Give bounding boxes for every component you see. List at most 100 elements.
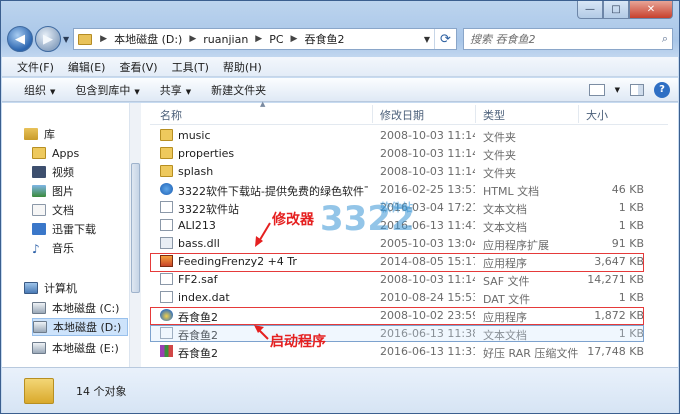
help-icon[interactable]: ?	[654, 81, 670, 98]
file-row[interactable]: properties 2008-10-03 11:14 文件夹	[150, 145, 668, 162]
item-count: 14 个对象	[76, 384, 127, 398]
web-file-icon	[160, 183, 173, 195]
file-row[interactable]: FF2.saf 2008-10-03 11:14 SAF 文件 14,271 KB	[150, 271, 668, 288]
highlight-box-trainer	[150, 253, 644, 272]
breadcrumb-current[interactable]: 吞食鱼2	[299, 31, 349, 47]
forward-button[interactable]: ▶	[35, 26, 61, 52]
doc-file-icon	[160, 201, 173, 213]
view-dropdown-icon[interactable]: ▼	[615, 86, 620, 94]
column-type[interactable]: 类型	[483, 107, 505, 123]
file-date: 2016-02-25 13:51	[380, 183, 475, 196]
search-icon[interactable]: ⌕	[662, 32, 668, 46]
music-icon: ♪	[32, 242, 40, 256]
file-row[interactable]: index.dat 2010-08-24 15:53 DAT 文件 1 KB	[150, 289, 668, 306]
nav-item-label: 本地磁盘 (C:)	[52, 302, 120, 315]
file-type: HTML 文档	[483, 185, 540, 198]
folder-file-icon	[160, 165, 173, 177]
nav-item-drive-e[interactable]: 本地磁盘 (E:)	[32, 339, 130, 357]
breadcrumb-pc[interactable]: PC	[264, 33, 288, 46]
file-date: 2008-10-03 11:14	[380, 165, 475, 178]
nav-item-label: 计算机	[44, 282, 77, 295]
nav-item-label: 文档	[52, 204, 74, 217]
nav-item-drive-c[interactable]: 本地磁盘 (C:)	[32, 299, 130, 317]
preview-pane-icon[interactable]	[630, 83, 644, 96]
scrollbar-thumb[interactable]	[131, 163, 140, 293]
file-row[interactable]: music 2008-10-03 11:14 文件夹	[150, 127, 668, 144]
file-row[interactable]: splash 2008-10-03 11:14 文件夹	[150, 163, 668, 180]
address-bar[interactable]: ▶ 本地磁盘 (D:) ▶ ruanjian ▶ PC ▶ 吞食鱼2 ▼ ⟳	[73, 28, 457, 50]
file-size: 91 KB	[611, 237, 644, 250]
picture-icon	[32, 185, 46, 197]
new-folder-button[interactable]: 新建文件夹	[201, 82, 276, 98]
arrow-to-trainer-icon	[255, 222, 271, 247]
library-icon	[24, 128, 38, 140]
nav-item-label: 库	[44, 128, 55, 141]
sort-arrow-icon: ▲	[260, 100, 266, 108]
file-name: index.dat	[178, 291, 230, 304]
breadcrumb-ruanjian[interactable]: ruanjian	[198, 33, 253, 46]
menu-view[interactable]: 查看(V)	[112, 59, 164, 75]
refresh-icon[interactable]: ⟳	[434, 29, 456, 49]
column-divider[interactable]	[372, 105, 373, 123]
column-date[interactable]: 修改日期	[380, 107, 424, 123]
file-type: SAF 文件	[483, 275, 530, 288]
close-button[interactable]: ✕	[629, 1, 673, 19]
search-input[interactable]: 搜索 吞食鱼2 ⌕	[463, 28, 673, 50]
share-button[interactable]: 共享 ▼	[150, 82, 201, 98]
rar-file-icon	[160, 345, 173, 357]
nav-item-label: 本地磁盘 (D:)	[53, 321, 122, 334]
breadcrumb-drive-d[interactable]: 本地磁盘 (D:)	[109, 31, 187, 47]
file-type: 文件夹	[483, 167, 516, 180]
maximize-button[interactable]: □	[603, 1, 629, 19]
file-type: 文件夹	[483, 131, 516, 144]
file-size: 1 KB	[618, 201, 644, 214]
file-row[interactable]: 3322软件下载站-提供免费的绿色软件下... 2016-02-25 13:51 H…	[150, 181, 668, 198]
folder-icon	[78, 33, 93, 45]
content-area: 库 Apps 视频 图片 文档 迅雷下载 ♪ 音乐 计算机 本地磁盘 (C:) …	[2, 100, 678, 367]
doc-file-icon	[160, 219, 173, 231]
file-size: 1 KB	[618, 219, 644, 232]
breadcrumb-separator-icon[interactable]: ▶	[253, 34, 264, 44]
search-placeholder: 搜索 吞食鱼2	[470, 33, 536, 46]
column-size[interactable]: 大小	[586, 107, 608, 123]
menu-file[interactable]: 文件(F)	[10, 59, 61, 75]
video-icon	[32, 166, 46, 178]
nav-item-label: 图片	[52, 185, 74, 198]
view-options-icon[interactable]	[588, 83, 605, 96]
column-divider[interactable]	[475, 105, 476, 123]
include-in-library-button[interactable]: 包含到库中 ▼	[65, 82, 149, 98]
nav-item-drive-d[interactable]: 本地磁盘 (D:)	[32, 318, 128, 336]
file-name: properties	[178, 147, 235, 160]
address-row: ◀ ▶ ▼ ▶ 本地磁盘 (D:) ▶ ruanjian ▶ PC ▶ 吞食鱼2…	[7, 23, 673, 55]
breadcrumb-separator-icon[interactable]: ▶	[289, 34, 300, 44]
command-bar: 组织 ▼ 包含到库中 ▼ 共享 ▼ 新建文件夹 ▼ ?	[2, 78, 678, 102]
menu-edit[interactable]: 编辑(E)	[61, 59, 113, 75]
file-name: FF2.saf	[178, 273, 218, 286]
file-date: 2010-08-24 15:53	[380, 291, 475, 304]
column-divider[interactable]	[578, 105, 579, 123]
file-type: DAT 文件	[483, 293, 531, 306]
menu-tools[interactable]: 工具(T)	[165, 59, 216, 75]
address-dropdown-icon[interactable]: ▼	[420, 35, 434, 44]
column-name[interactable]: 名称	[160, 107, 182, 123]
file-name: 3322软件下载站-提供免费的绿色软件下...	[178, 185, 368, 198]
history-dropdown-icon[interactable]: ▼	[63, 35, 69, 44]
nav-item-label: Apps	[52, 146, 80, 160]
caption-buttons: — □ ✕	[577, 1, 673, 19]
nav-scrollbar[interactable]	[130, 103, 141, 367]
download-icon	[32, 223, 46, 235]
menu-help[interactable]: 帮助(H)	[216, 59, 269, 75]
breadcrumb-separator-icon[interactable]: ▶	[98, 34, 109, 44]
document-icon	[32, 204, 46, 216]
organize-button[interactable]: 组织 ▼	[14, 82, 65, 98]
file-list: ▲ 名称 修改日期 类型 大小 music 2008-10-03 11:14 文件夹…	[150, 100, 668, 367]
folder-icon	[24, 377, 54, 404]
file-size: 46 KB	[611, 183, 644, 196]
minimize-button[interactable]: —	[577, 1, 603, 19]
back-button[interactable]: ◀	[7, 26, 33, 52]
menu-bar: 文件(F) 编辑(E) 查看(V) 工具(T) 帮助(H)	[2, 57, 678, 77]
file-row[interactable]: 吞食鱼2 2016-06-13 11:31 好压 RAR 压缩文件 17,748 KB	[150, 343, 668, 360]
selected-row-outline	[150, 325, 644, 342]
breadcrumb-separator-icon[interactable]: ▶	[187, 34, 198, 44]
file-name: splash	[178, 165, 214, 178]
